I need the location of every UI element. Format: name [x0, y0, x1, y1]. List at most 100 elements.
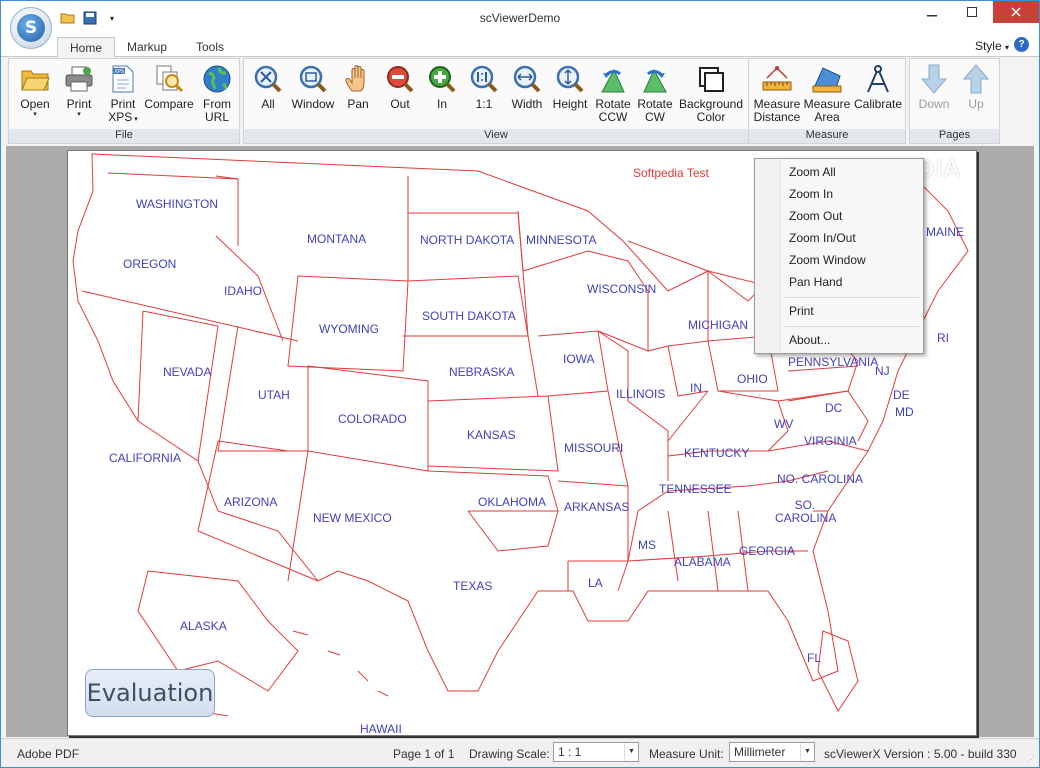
menu-item-about[interactable]: About... [789, 330, 830, 350]
state-label-de: DE [893, 388, 910, 402]
compare-label: Compare [144, 97, 194, 111]
state-label-ms: MS [638, 538, 656, 552]
open-button[interactable]: Open ▾ [15, 63, 55, 127]
state-label-nd: NORTH DAKOTA [420, 233, 515, 247]
xps-icon: XPS [107, 63, 139, 95]
state-label-me: MAINE [926, 225, 965, 239]
evaluation-badge: Evaluation [85, 669, 215, 717]
open-dropdown-icon: ▾ [33, 111, 37, 118]
measure-unit-select[interactable]: Millimeter ▼ [729, 742, 815, 762]
compare-button[interactable]: Compare [144, 63, 194, 127]
group-measure: Measure Distance Measure Area Calibrate … [748, 58, 906, 144]
zoom-window-button[interactable]: Window [290, 63, 336, 127]
version-status: scViewerX Version : 5.00 - build 330 [824, 747, 1017, 761]
print-label: Print [66, 97, 92, 111]
zoom-all-icon [252, 63, 284, 95]
menu-separator [785, 326, 919, 327]
chevron-down-icon: ▾ [1004, 43, 1009, 52]
style-menu-label: Style [974, 39, 1002, 53]
menu-item-zoom-out[interactable]: Zoom Out [789, 206, 842, 226]
zoom-out-button[interactable]: Out [382, 63, 418, 127]
page-down-label: Down [918, 97, 950, 111]
zoom-out-label: Out [390, 97, 410, 111]
zoom-in-button[interactable]: In [424, 63, 460, 127]
state-label-ks: KANSAS [467, 428, 516, 442]
help-icon[interactable]: ? [1014, 37, 1029, 52]
rotate-cw-icon [639, 63, 671, 95]
state-label-pa: PENNSYLVANIA [788, 355, 879, 369]
resize-grip-icon[interactable]: ⋰ [1027, 755, 1037, 765]
print-xps-dropdown-icon: ▾ [132, 116, 138, 123]
state-label-ne: NEBRASKA [449, 365, 515, 379]
page-down-button[interactable]: Down [914, 63, 954, 127]
maximize-button[interactable] [957, 1, 987, 23]
print-xps-label-2: XPS ▾ [108, 111, 137, 126]
state-label-id: IDAHO [224, 284, 263, 298]
group-pages: Down Up Pages [909, 58, 1000, 144]
rotate-ccw-icon [597, 63, 629, 95]
state-label-al: ALABAMA [674, 555, 731, 569]
tab-markup[interactable]: Markup [115, 37, 179, 58]
page-up-button[interactable]: Up [956, 63, 996, 127]
background-color-button[interactable]: Background Color [676, 63, 746, 127]
pan-label: Pan [347, 97, 369, 111]
print-button[interactable]: Print ▾ [59, 63, 99, 127]
state-label-wy: WYOMING [319, 322, 379, 336]
rotate-ccw-button[interactable]: Rotate CCW [594, 63, 632, 127]
menu-item-print[interactable]: Print [789, 301, 814, 321]
state-label-nm: NEW MEXICO [313, 511, 392, 525]
state-label-ga: GEORGIA [739, 544, 796, 558]
minimize-button[interactable] [917, 1, 947, 23]
arrow-down-icon [918, 63, 950, 95]
zoom-actual-button[interactable]: 1:1 [466, 63, 502, 127]
state-label-hi: HAWAII [360, 722, 402, 736]
chevron-down-icon: ▼ [624, 743, 638, 761]
state-label-or: OREGON [123, 257, 177, 271]
fit-width-label: Width [511, 97, 543, 111]
menu-item-zoom-window[interactable]: Zoom Window [789, 250, 866, 270]
group-label-file: File [9, 129, 239, 143]
state-label-co: COLORADO [338, 412, 407, 426]
fit-width-button[interactable]: Width [508, 63, 546, 127]
state-label-va: VIRGINIA [804, 434, 857, 448]
state-label-ok: OKLAHOMA [478, 495, 547, 509]
group-file: Open ▾ Print ▾ XPS Print XPS ▾ Compare F… [8, 58, 240, 144]
from-url-button[interactable]: From URL [197, 63, 237, 127]
rotate-cw-button[interactable]: Rotate CW [636, 63, 674, 127]
zoom-actual-icon [468, 63, 500, 95]
menu-item-zoom-in-out[interactable]: Zoom In/Out [789, 228, 856, 248]
menu-item-pan-hand[interactable]: Pan Hand [789, 272, 842, 292]
measure-area-button[interactable]: Measure Area [803, 63, 851, 127]
state-label-sd: SOUTH DAKOTA [422, 309, 516, 323]
state-label-ky: KENTUCKY [684, 446, 750, 460]
state-label-ia: IOWA [563, 352, 595, 366]
state-label-sc: SO. CAROLINA [775, 498, 837, 525]
fit-height-button[interactable]: Height [550, 63, 590, 127]
app-menu-button[interactable]: S [10, 7, 52, 49]
background-color-icon [695, 63, 727, 95]
drawing-scale-label: Drawing Scale: [469, 747, 550, 761]
measure-distance-button[interactable]: Measure Distance [753, 63, 801, 127]
state-label-nj: NJ [875, 364, 890, 378]
state-label-az: ARIZONA [224, 495, 278, 509]
calibrate-button[interactable]: Calibrate [853, 63, 903, 127]
file-type-status: Adobe PDF [17, 747, 80, 761]
fit-width-icon [511, 63, 543, 95]
drawing-scale-select[interactable]: 1 : 1 ▼ [553, 742, 639, 762]
zoom-all-button[interactable]: All [250, 63, 286, 127]
style-menu[interactable]: Style ▾ [975, 37, 1009, 57]
close-button[interactable] [993, 1, 1039, 23]
menu-separator [785, 297, 919, 298]
status-bar: Adobe PDF Page 1 of 1 Drawing Scale: 1 :… [1, 738, 1039, 767]
zoom-window-icon [297, 63, 329, 95]
pan-button[interactable]: Pan [340, 63, 376, 127]
page-up-label: Up [968, 97, 984, 111]
tab-home[interactable]: Home [57, 37, 116, 58]
ribbon: Open ▾ Print ▾ XPS Print XPS ▾ Compare F… [6, 58, 1034, 145]
print-xps-button[interactable]: XPS Print XPS ▾ [103, 63, 143, 127]
zoom-in-icon [426, 63, 458, 95]
menu-item-zoom-in[interactable]: Zoom In [789, 184, 833, 204]
chevron-down-icon: ▼ [800, 743, 814, 761]
menu-item-zoom-all[interactable]: Zoom All [789, 162, 836, 182]
tab-tools[interactable]: Tools [184, 37, 236, 58]
